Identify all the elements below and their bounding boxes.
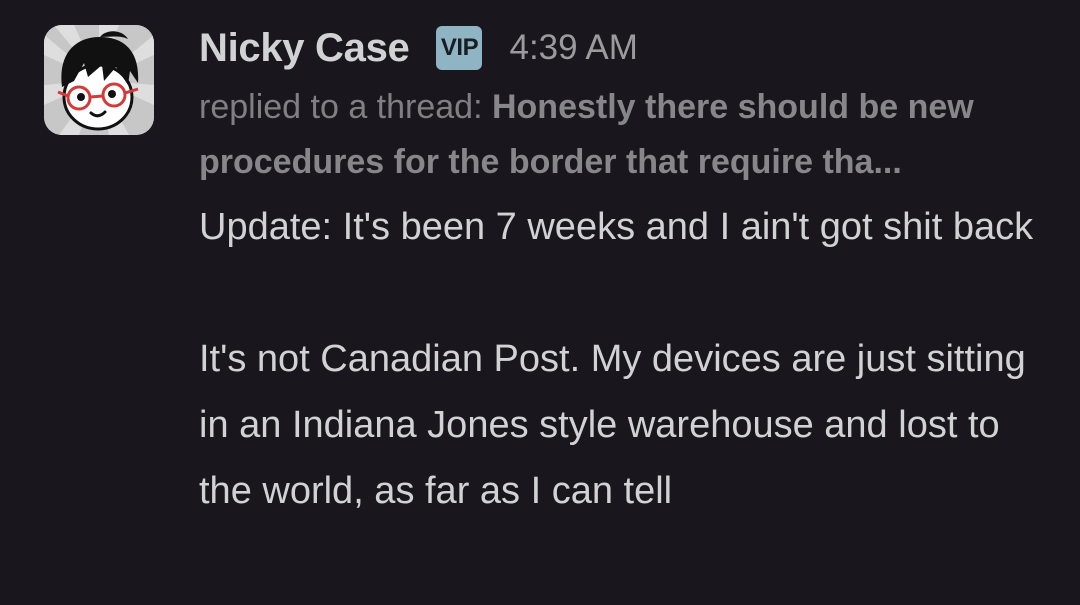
message-paragraph: Update: It's been 7 weeks and I ain't go… xyxy=(199,206,1034,248)
thread-reply-context: replied to a thread: Honestly there shou… xyxy=(199,80,1039,190)
author-name[interactable]: Nicky Case xyxy=(199,26,410,71)
thread-prefix: replied to a thread: xyxy=(199,88,483,126)
message-timestamp[interactable]: 4:39 AM xyxy=(509,28,637,68)
message-paragraph: It's not Canadian Post. My devices are j… xyxy=(199,338,1026,512)
message-content: Nicky Case VIP 4:39 AM replied to a thre… xyxy=(199,22,1059,524)
cartoon-face-avatar-icon xyxy=(44,25,154,135)
message-item: Nicky Case VIP 4:39 AM replied to a thre… xyxy=(0,0,1080,605)
message-header: Nicky Case VIP 4:39 AM xyxy=(199,22,1059,74)
avatar[interactable] xyxy=(44,25,154,135)
message-body: Update: It's been 7 weeks and I ain't go… xyxy=(199,194,1059,524)
vip-badge: VIP xyxy=(436,26,483,70)
